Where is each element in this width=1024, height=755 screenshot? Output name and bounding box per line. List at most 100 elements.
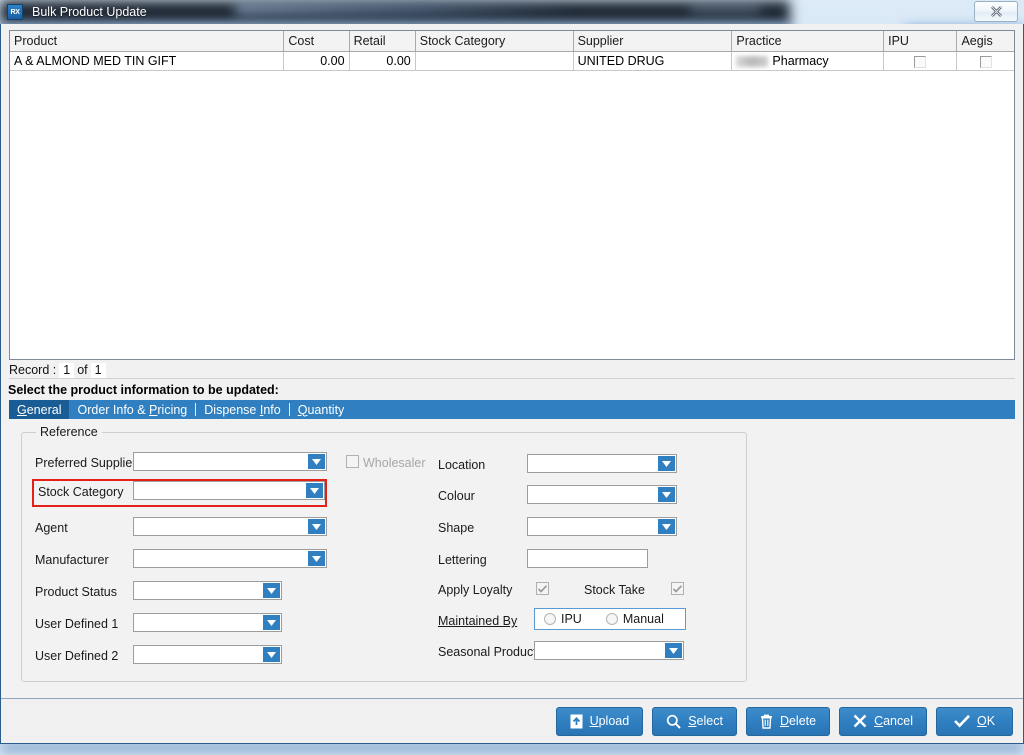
close-icon	[990, 6, 1002, 17]
record-of: of	[77, 363, 88, 377]
maintained-by-radio-group: IPU Manual	[534, 608, 686, 630]
record-total: 1	[90, 362, 106, 378]
wholesaler-label: Wholesaler	[363, 456, 426, 470]
cancel-button-label: Cancel	[874, 714, 913, 728]
select-button[interactable]: Select	[652, 706, 737, 736]
column-header-product[interactable]: Product	[10, 31, 285, 52]
record-current[interactable]: 1	[59, 362, 75, 378]
cell-stock-category[interactable]	[415, 51, 574, 71]
chevron-down-icon	[665, 643, 682, 658]
shape-value	[528, 518, 658, 535]
lettering-input[interactable]	[527, 549, 648, 568]
select-button-label: Select	[688, 714, 723, 728]
stock-category-label: Stock Category	[38, 485, 124, 499]
user-defined-2-value	[134, 646, 263, 663]
upload-button[interactable]: Upload	[555, 706, 644, 736]
grid-empty-area	[10, 71, 1014, 359]
record-label: Record :	[9, 363, 57, 377]
table-row[interactable]: A & ALMOND MED TIN GIFT 0.00 0.00 UNITED…	[10, 51, 1014, 71]
cancel-button[interactable]: Cancel	[839, 706, 927, 736]
tab-dispense-rest: nfo	[263, 402, 281, 417]
column-header-practice[interactable]: Practice	[731, 31, 885, 52]
ok-button[interactable]: OK	[936, 706, 1013, 736]
tab-general[interactable]: General	[9, 400, 70, 419]
product-status-value	[134, 582, 263, 599]
chevron-down-icon	[263, 615, 280, 630]
radio-manual-label: Manual	[622, 612, 664, 626]
product-grid[interactable]: Product Cost Retail Stock Category Suppl…	[9, 30, 1015, 360]
preferred-supplier-value	[134, 453, 308, 470]
tab-dispense-info[interactable]: Dispense Info	[196, 400, 288, 419]
product-status-label: Product Status	[35, 585, 117, 599]
manufacturer-value	[134, 550, 308, 567]
user-defined-1-label: User Defined 1	[35, 617, 119, 631]
trash-icon	[760, 714, 772, 729]
cell-practice[interactable]: Pharmacy	[731, 51, 885, 71]
agent-value	[134, 518, 308, 535]
chevron-down-icon	[308, 551, 325, 566]
cell-aegis[interactable]	[956, 51, 1014, 71]
tab-bar: General Order Info & Pricing Dispense In…	[9, 400, 1015, 419]
cell-product[interactable]: A & ALMOND MED TIN GIFT	[10, 51, 285, 71]
delete-button[interactable]: Delete	[745, 706, 831, 736]
lettering-label: Lettering	[438, 553, 487, 567]
agent-dropdown[interactable]	[133, 517, 327, 536]
wholesaler-checkbox[interactable]	[346, 455, 359, 468]
column-header-stock-category[interactable]: Stock Category	[415, 31, 574, 52]
bulk-product-update-dialog: Product Cost Retail Stock Category Suppl…	[0, 24, 1024, 744]
ipu-checkbox[interactable]	[914, 55, 927, 68]
stock-take-label: Stock Take	[584, 583, 645, 597]
user-defined-1-dropdown[interactable]	[133, 613, 282, 632]
aegis-checkbox[interactable]	[979, 55, 992, 68]
check-icon	[954, 714, 970, 728]
product-status-dropdown[interactable]	[133, 581, 282, 600]
cell-supplier[interactable]: UNITED DRUG	[573, 51, 733, 71]
location-value	[528, 455, 658, 472]
colour-dropdown[interactable]	[527, 485, 677, 504]
stock-category-value	[134, 482, 306, 499]
user-defined-2-dropdown[interactable]	[133, 645, 282, 664]
upload-icon	[570, 714, 583, 728]
check-icon	[673, 584, 682, 593]
tab-quantity[interactable]: Quantity	[290, 400, 353, 419]
column-header-aegis[interactable]: Aegis	[956, 31, 1014, 52]
ok-button-label: OK	[976, 714, 996, 728]
radio-ipu-label: IPU	[561, 612, 582, 626]
apply-loyalty-checkbox[interactable]	[536, 582, 549, 595]
cell-cost[interactable]: 0.00	[283, 51, 350, 71]
radio-manual[interactable]: Manual	[605, 612, 664, 626]
column-header-ipu[interactable]: IPU	[883, 31, 958, 52]
tab-separator-2	[288, 403, 290, 416]
magnifier-icon	[667, 714, 681, 729]
chevron-down-icon	[658, 487, 675, 502]
tab-quantity-rest: uantity	[307, 402, 345, 417]
tab-dispense-label: Dispense	[204, 402, 260, 417]
chevron-down-icon	[263, 647, 280, 662]
column-header-supplier[interactable]: Supplier	[573, 31, 733, 52]
chevron-down-icon	[308, 519, 325, 534]
cell-retail[interactable]: 0.00	[349, 51, 416, 71]
tab-order-info-rest: ricing	[157, 402, 188, 417]
cell-ipu[interactable]	[883, 51, 958, 71]
user-defined-1-value	[134, 614, 263, 631]
upload-button-label: Upload	[589, 714, 630, 728]
preferred-supplier-dropdown[interactable]	[133, 452, 327, 471]
dialog-footer: Upload Select Delete Cancel OK	[1, 698, 1023, 743]
seasonal-products-value	[535, 642, 665, 659]
manufacturer-dropdown[interactable]	[133, 549, 327, 568]
chevron-down-icon	[306, 483, 323, 498]
location-dropdown[interactable]	[527, 454, 677, 473]
cell-practice-text: Pharmacy	[772, 54, 829, 68]
tab-order-info-pricing[interactable]: Order Info & Pricing	[69, 400, 195, 419]
chevron-down-icon	[658, 519, 675, 534]
seasonal-products-dropdown[interactable]	[534, 641, 684, 660]
radio-manual-dot	[605, 613, 618, 625]
column-header-retail[interactable]: Retail	[349, 31, 416, 52]
close-button[interactable]	[974, 1, 1018, 22]
radio-ipu[interactable]: IPU	[544, 612, 582, 626]
colour-value	[528, 486, 658, 503]
shape-dropdown[interactable]	[527, 517, 677, 536]
stock-take-checkbox[interactable]	[671, 582, 684, 595]
column-header-cost[interactable]: Cost	[283, 31, 350, 52]
stock-category-dropdown[interactable]	[133, 481, 325, 500]
